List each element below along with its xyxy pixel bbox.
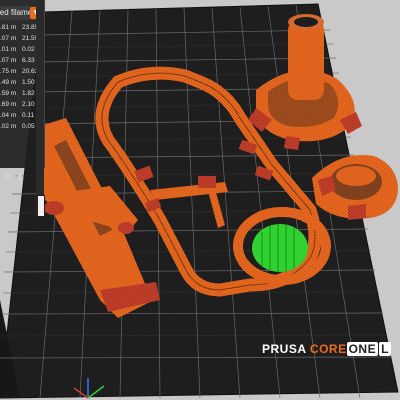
print-bed-scene <box>0 3 399 399</box>
selection-icon[interactable] <box>37 195 45 217</box>
panel-divider[interactable] <box>36 0 44 215</box>
cube-icon[interactable]: ⬢ <box>2 172 14 184</box>
logo-variant: L <box>379 342 391 356</box>
logo-model: ONE <box>346 342 379 356</box>
logo-core: CORE <box>309 342 347 356</box>
bottle-icon[interactable]: ▮ <box>14 172 26 184</box>
view-toolbar: ⬢ ▮ <box>0 168 40 190</box>
logo-brand: PRUSA <box>262 342 307 356</box>
3d-viewport[interactable]: PRUSA COREONEL Used filament ▼ .81 m23.8… <box>0 0 400 400</box>
bed-logo: PRUSA CORE ONE L <box>262 342 391 356</box>
